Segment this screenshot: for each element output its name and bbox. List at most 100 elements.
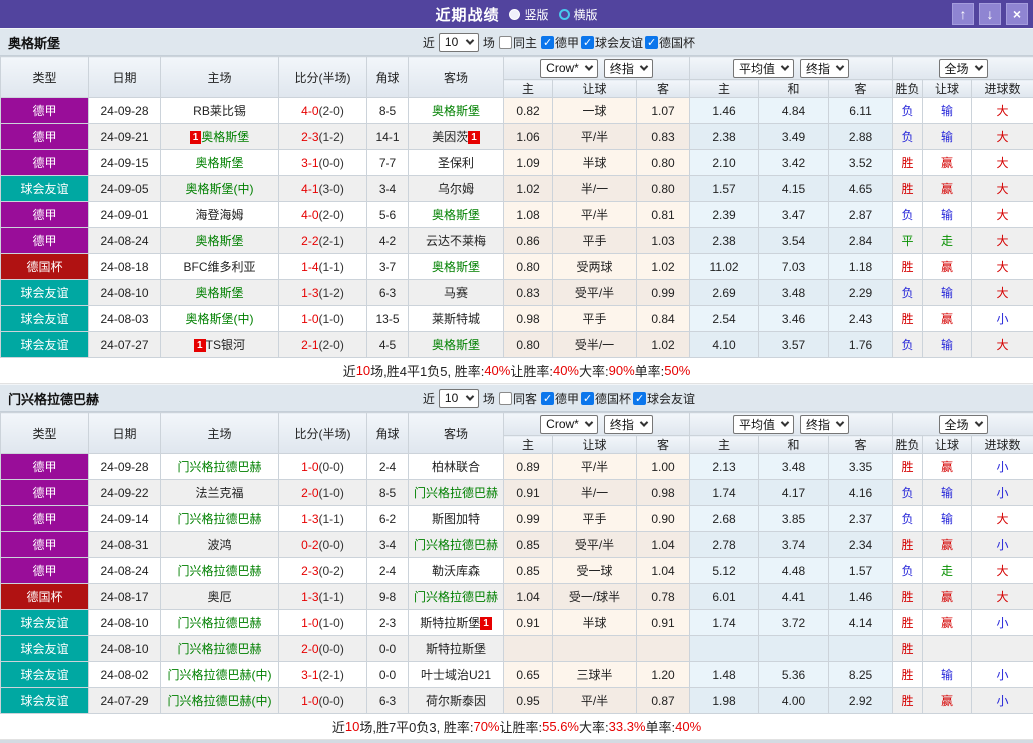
same-venue-filter[interactable]: 同主 xyxy=(499,34,537,51)
league-filter[interactable]: 球会友谊 xyxy=(633,390,695,407)
league-filter[interactable]: 德国杯 xyxy=(581,390,631,407)
odds-crow-away: 1.03 xyxy=(637,228,690,254)
corner-score: 6-3 xyxy=(367,688,409,714)
fulltime-score: 2-0 xyxy=(301,642,318,656)
odds-crow-home: 0.91 xyxy=(504,480,553,506)
result-goals: 大 xyxy=(972,254,1033,280)
result-wdl: 胜 xyxy=(893,584,923,610)
summary-segment: 70% xyxy=(473,719,499,734)
home-team: 门兴格拉德巴赫 xyxy=(161,558,279,584)
odds-crow-home: 1.04 xyxy=(504,584,553,610)
col-away: 客场 xyxy=(409,413,504,454)
fulltime-select[interactable]: 全场 xyxy=(939,415,988,434)
layout-radio-horizontal[interactable]: 横版 xyxy=(559,6,598,23)
chevron-down-icon xyxy=(640,62,648,70)
avg-time-select[interactable]: 终指 xyxy=(800,415,849,434)
avg-time-select[interactable]: 终指 xyxy=(800,59,849,78)
home-team: 奥格斯堡(中) xyxy=(161,176,279,202)
fulltime-score: 1-4 xyxy=(301,260,318,274)
odds-crow-home: 0.80 xyxy=(504,332,553,358)
avg-odds-select[interactable]: 平均值 xyxy=(733,59,794,78)
match-date: 24-08-03 xyxy=(89,306,161,332)
move-up-button[interactable]: ↑ xyxy=(952,3,974,25)
odds-source-select[interactable]: Crow* xyxy=(540,415,598,434)
match-score: 2-0(0-0) xyxy=(279,636,367,662)
recent-count-select[interactable]: 10 xyxy=(439,389,479,408)
layout-radio-vertical[interactable]: 竖版 xyxy=(509,6,548,23)
sub-col-away-odds: 客 xyxy=(637,436,690,454)
home-team: 1TS银河 xyxy=(161,332,279,358)
league-filter[interactable]: 德甲 xyxy=(541,390,579,407)
fulltime-score: 2-2 xyxy=(301,234,318,248)
match-score: 0-2(0-0) xyxy=(279,532,367,558)
home-team: 波鸿 xyxy=(161,532,279,558)
match-date: 24-07-29 xyxy=(89,688,161,714)
odds-avg-home: 1.46 xyxy=(690,98,759,124)
odds-handicap: 三球半 xyxy=(553,662,637,688)
halftime-score: (0-2) xyxy=(319,564,344,578)
home-team: 门兴格拉德巴赫 xyxy=(161,454,279,480)
col-corner: 角球 xyxy=(367,57,409,98)
corner-score: 5-6 xyxy=(367,202,409,228)
match-row: 德国杯24-08-18BFC维多利亚1-4(1-1)3-7奥格斯堡0.80受两球… xyxy=(1,254,1033,280)
match-type-badge: 德甲 xyxy=(1,506,89,532)
odds-avg-away: 2.88 xyxy=(829,124,893,150)
result-goals: 大 xyxy=(972,176,1033,202)
result-goals: 大 xyxy=(972,150,1033,176)
result-wdl: 胜 xyxy=(893,454,923,480)
odds-crow-home: 0.83 xyxy=(504,280,553,306)
sub-col-goals: 进球数 xyxy=(972,436,1033,454)
summary-segment: 10 xyxy=(356,363,370,378)
home-team: 门兴格拉德巴赫 xyxy=(161,636,279,662)
odds-crow-away: 1.02 xyxy=(637,332,690,358)
move-down-button[interactable]: ↓ xyxy=(979,3,1001,25)
odds-crow-away: 0.90 xyxy=(637,506,690,532)
corner-score: 4-2 xyxy=(367,228,409,254)
result-handicap: 输 xyxy=(923,202,972,228)
match-type-badge: 德甲 xyxy=(1,558,89,584)
odds-time-select[interactable]: 终指 xyxy=(604,415,653,434)
odds-handicap: 半/一 xyxy=(553,176,637,202)
same-venue-filter[interactable]: 同客 xyxy=(499,390,537,407)
match-score: 1-0(1-0) xyxy=(279,306,367,332)
fulltime-score: 4-0 xyxy=(301,104,318,118)
team-name: 奥厄 xyxy=(207,590,231,604)
team-name: 圣保利 xyxy=(438,156,474,170)
fulltime-score: 2-3 xyxy=(301,564,318,578)
match-row: 球会友谊24-08-10奥格斯堡1-3(1-2)6-3马赛0.83受平/半0.9… xyxy=(1,280,1033,306)
home-team: BFC维多利亚 xyxy=(161,254,279,280)
odds-crow-home: 0.98 xyxy=(504,306,553,332)
avg-odds-select[interactable]: 平均值 xyxy=(733,415,794,434)
team-name: 门兴格拉德巴赫 xyxy=(177,460,261,474)
red-card-badge: 1 xyxy=(194,339,206,352)
filter-label: 同主 xyxy=(513,34,537,51)
result-handicap: 输 xyxy=(923,480,972,506)
recent-count-select[interactable]: 10 xyxy=(439,33,479,52)
result-wdl: 胜 xyxy=(893,176,923,202)
home-team: 门兴格拉德巴赫 xyxy=(161,506,279,532)
match-type-badge: 球会友谊 xyxy=(1,688,89,714)
close-button[interactable]: × xyxy=(1006,3,1028,25)
result-handicap: 赢 xyxy=(923,610,972,636)
odds-avg-home: 11.02 xyxy=(690,254,759,280)
odds-source-select[interactable]: Crow* xyxy=(540,59,598,78)
match-type-badge: 球会友谊 xyxy=(1,280,89,306)
fulltime-select[interactable]: 全场 xyxy=(939,59,988,78)
league-filter[interactable]: 德国杯 xyxy=(645,34,695,51)
league-filter[interactable]: 德甲 xyxy=(541,34,579,51)
filter-suffix-label: 场 xyxy=(483,34,495,51)
odds-avg-away: 2.92 xyxy=(829,688,893,714)
odds-time-select[interactable]: 终指 xyxy=(604,59,653,78)
league-filter[interactable]: 球会友谊 xyxy=(581,34,643,51)
league-filter-group: 德甲德国杯球会友谊 xyxy=(541,390,695,407)
match-date: 24-09-22 xyxy=(89,480,161,506)
odds-avg-away: 2.87 xyxy=(829,202,893,228)
team-name: 门兴格拉德巴赫 xyxy=(414,590,498,604)
away-team: 云达不莱梅 xyxy=(409,228,504,254)
result-goals: 大 xyxy=(972,280,1033,306)
home-team: 海登海姆 xyxy=(161,202,279,228)
col-type: 类型 xyxy=(1,57,89,98)
section-header-home-team: 奥格斯堡 近 10 场 同主 德甲球会友谊德国杯 xyxy=(0,28,1033,56)
chevron-down-icon xyxy=(640,418,648,426)
filter-bar: 近 10 场 同客 德甲德国杯球会友谊 xyxy=(423,389,695,408)
